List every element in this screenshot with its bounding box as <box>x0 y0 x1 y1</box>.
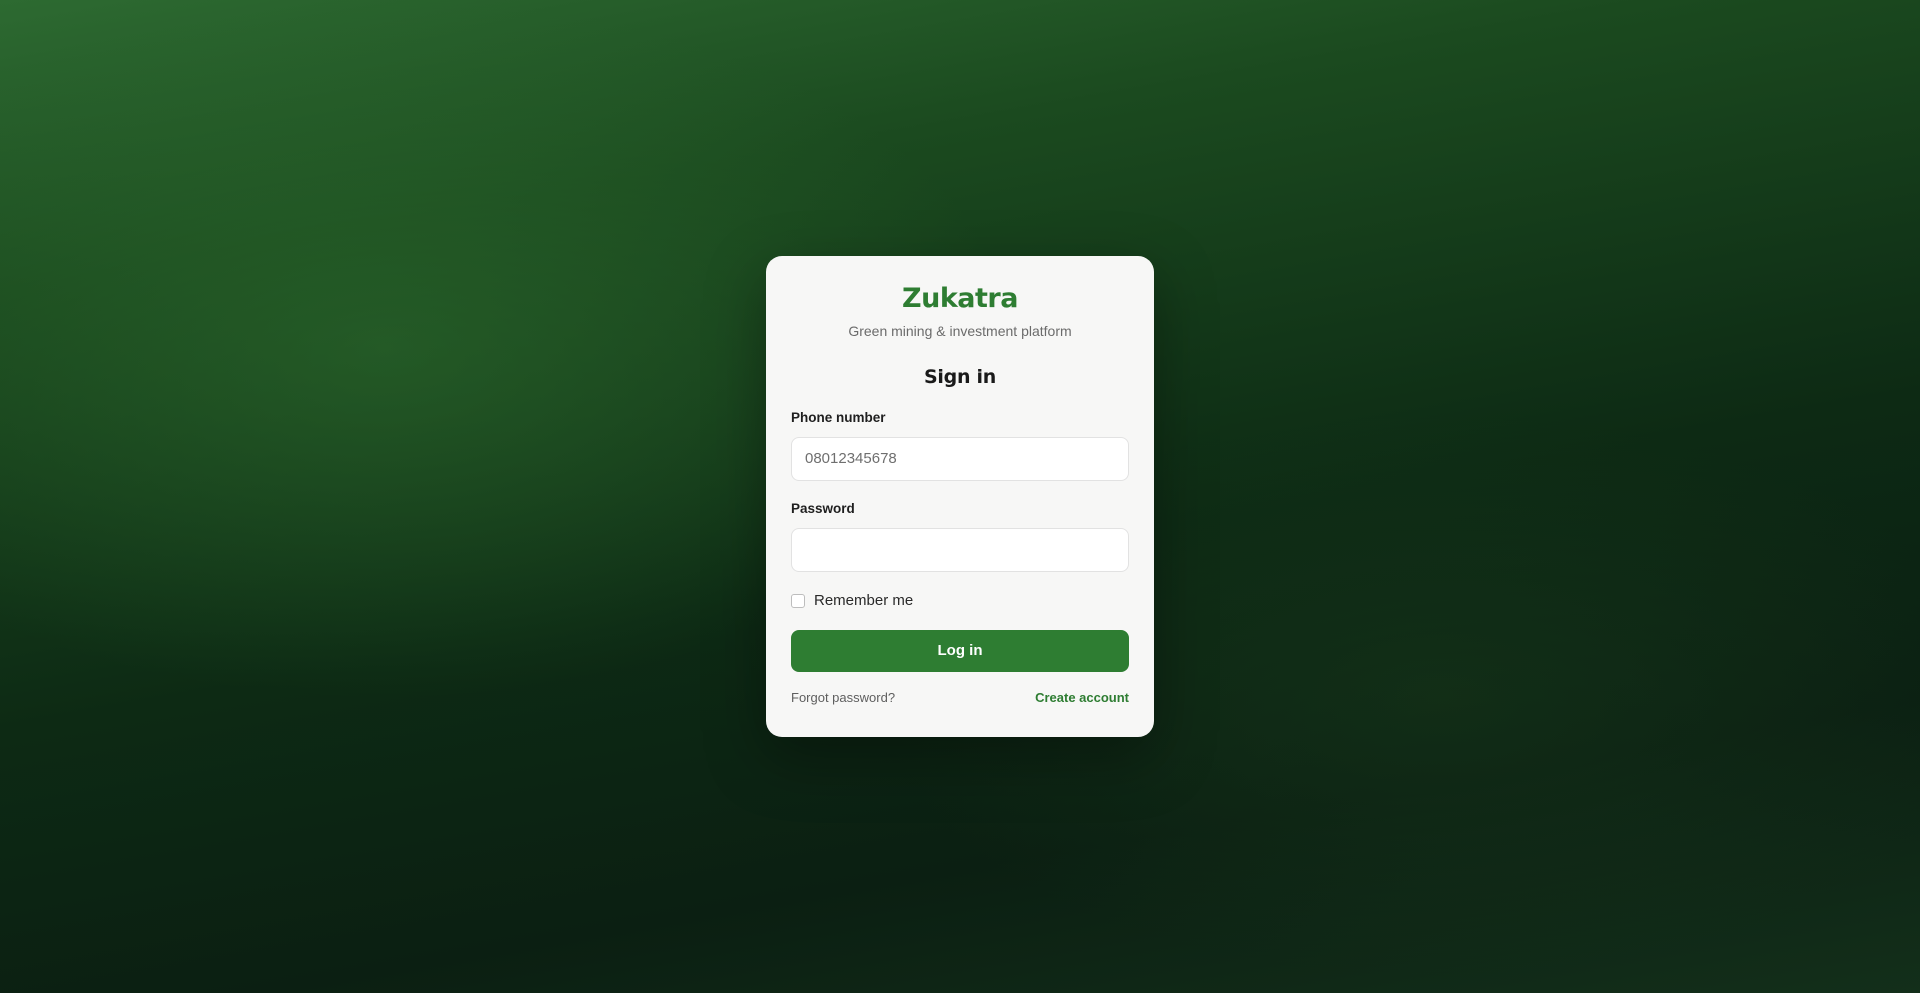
brand-logo-text: Zukatra <box>902 283 1018 314</box>
remember-me-label[interactable]: Remember me <box>814 592 913 609</box>
phone-input[interactable] <box>791 436 1129 481</box>
forgot-password-link[interactable]: Forgot password? <box>791 690 895 705</box>
phone-label: Phone number <box>791 409 886 425</box>
create-account-link[interactable]: Create account <box>1035 690 1129 705</box>
login-button[interactable]: Log in <box>791 629 1129 672</box>
remember-me-checkbox[interactable] <box>791 593 805 608</box>
login-page: { "brand": { "name": "Zukatra", "tagline… <box>0 0 1920 993</box>
password-input[interactable] <box>791 527 1129 572</box>
remember-me-row[interactable]: Remember me <box>791 592 1129 610</box>
page-title: Sign in <box>924 365 996 388</box>
auth-links: Forgot password? Create account <box>791 690 1129 705</box>
login-card: Zukatra Green mining & investment platfo… <box>766 256 1154 737</box>
password-label: Password <box>791 500 855 516</box>
brand-tagline: Green mining & investment platform <box>848 322 1072 339</box>
